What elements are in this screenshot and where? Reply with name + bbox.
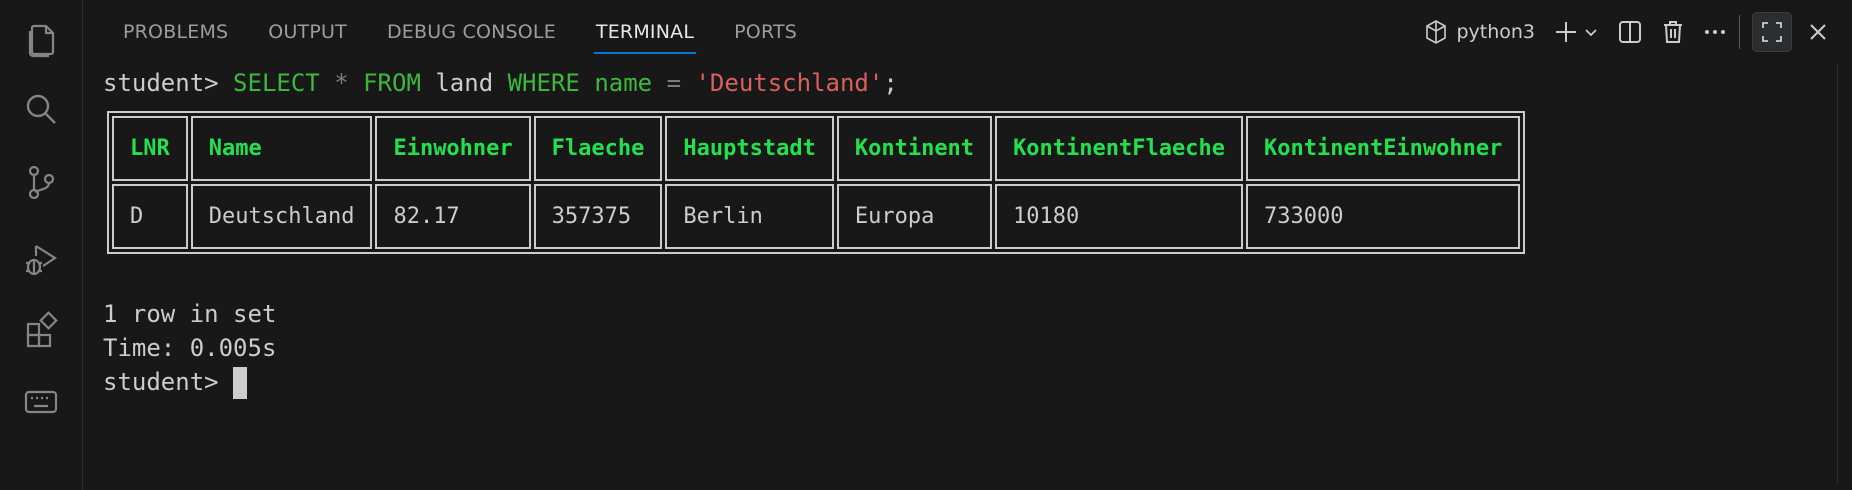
actions-divider bbox=[1739, 15, 1740, 49]
panel-tabs: PROBLEMS OUTPUT DEBUG CONSOLE TERMINAL P… bbox=[83, 0, 797, 64]
run-debug-icon[interactable] bbox=[21, 238, 61, 278]
terminal-cursor bbox=[233, 367, 248, 399]
table-header: KontinentFlaeche bbox=[995, 116, 1243, 181]
terminal-profile-label: python3 bbox=[1456, 21, 1535, 43]
table-header: Name bbox=[190, 116, 373, 181]
sql-operator: = bbox=[666, 69, 682, 97]
split-icon bbox=[1619, 21, 1641, 43]
prompt: student> bbox=[103, 69, 219, 97]
table-header: Hauptstadt bbox=[665, 116, 834, 181]
row-count-text: 1 row in set bbox=[103, 300, 277, 328]
sql-star: * bbox=[334, 69, 349, 97]
sql-column: name bbox=[594, 69, 653, 97]
sql-string-value: 'Deutschland' bbox=[695, 69, 884, 97]
tab-debug-console[interactable]: DEBUG CONSOLE bbox=[387, 0, 556, 64]
terminal-output[interactable]: student> SELECT * FROM land WHERE name =… bbox=[103, 64, 1803, 484]
tab-ports[interactable]: PORTS bbox=[734, 0, 797, 64]
chevron-down-icon bbox=[1585, 29, 1597, 37]
table-header: KontinentEinwohner bbox=[1245, 116, 1521, 181]
terminal-dropdown-button[interactable] bbox=[1583, 12, 1599, 52]
maximize-icon bbox=[1762, 22, 1782, 42]
maximize-panel-button[interactable] bbox=[1752, 12, 1792, 52]
terminal-scrollbar[interactable] bbox=[1837, 64, 1852, 484]
table-cell: 733000 bbox=[1245, 184, 1521, 249]
prompt: student> bbox=[103, 368, 219, 396]
table-header: Einwohner bbox=[375, 116, 531, 181]
sql-keyword-from: FROM bbox=[363, 69, 421, 97]
sql-keyword-select: SELECT bbox=[233, 69, 320, 97]
table-row: D Deutschland 82.17 357375 Berlin Europa… bbox=[112, 184, 1521, 249]
table-header: LNR bbox=[112, 116, 188, 181]
result-table: LNR Name Einwohner Flaeche Hauptstadt Ko… bbox=[107, 111, 1526, 254]
tab-output[interactable]: OUTPUT bbox=[268, 0, 347, 64]
new-terminal-button[interactable] bbox=[1553, 12, 1579, 52]
table-cell: Berlin bbox=[665, 184, 834, 249]
command-line: student> SELECT * FROM land WHERE name =… bbox=[103, 67, 898, 99]
sql-table-name: land bbox=[435, 69, 494, 97]
source-control-icon[interactable] bbox=[21, 162, 61, 202]
kill-terminal-button[interactable] bbox=[1661, 12, 1685, 52]
activity-bar bbox=[0, 0, 83, 490]
trash-icon bbox=[1664, 21, 1682, 43]
table-header-row: LNR Name Einwohner Flaeche Hauptstadt Ko… bbox=[112, 116, 1521, 181]
timing-text: Time: 0.005s bbox=[103, 334, 277, 362]
more-actions-button[interactable] bbox=[1703, 12, 1727, 52]
keyboard-icon[interactable] bbox=[21, 384, 61, 424]
extensions-icon[interactable] bbox=[21, 310, 61, 350]
table-cell: 82.17 bbox=[375, 184, 531, 249]
table-header: Flaeche bbox=[533, 116, 663, 181]
table-cell: Deutschland bbox=[190, 184, 373, 249]
sql-semicolon: ; bbox=[883, 69, 898, 97]
files-icon[interactable] bbox=[21, 18, 61, 58]
plus-icon bbox=[1556, 22, 1576, 42]
search-icon[interactable] bbox=[21, 90, 61, 130]
terminal-profile-button[interactable]: python3 bbox=[1424, 12, 1535, 52]
split-terminal-button[interactable] bbox=[1617, 12, 1643, 52]
vscode-window: PROBLEMS OUTPUT DEBUG CONSOLE TERMINAL P… bbox=[0, 0, 1852, 490]
table-header: Kontinent bbox=[836, 116, 993, 181]
terminal-box-icon bbox=[1426, 20, 1447, 44]
panel-actions: python3 bbox=[1424, 0, 1828, 64]
table-cell: 10180 bbox=[995, 184, 1243, 249]
ellipsis-icon bbox=[1705, 30, 1725, 34]
terminal-panel: PROBLEMS OUTPUT DEBUG CONSOLE TERMINAL P… bbox=[83, 0, 1852, 490]
close-icon bbox=[1810, 24, 1826, 40]
table-cell: Europa bbox=[836, 184, 993, 249]
sql-keyword-where: WHERE bbox=[507, 69, 580, 97]
table-cell: D bbox=[112, 184, 188, 249]
close-panel-button[interactable] bbox=[1808, 12, 1828, 52]
table-cell: 357375 bbox=[533, 184, 663, 249]
final-prompt-line: student> bbox=[103, 366, 248, 399]
tab-terminal[interactable]: TERMINAL bbox=[593, 0, 697, 64]
tab-problems[interactable]: PROBLEMS bbox=[123, 0, 228, 64]
